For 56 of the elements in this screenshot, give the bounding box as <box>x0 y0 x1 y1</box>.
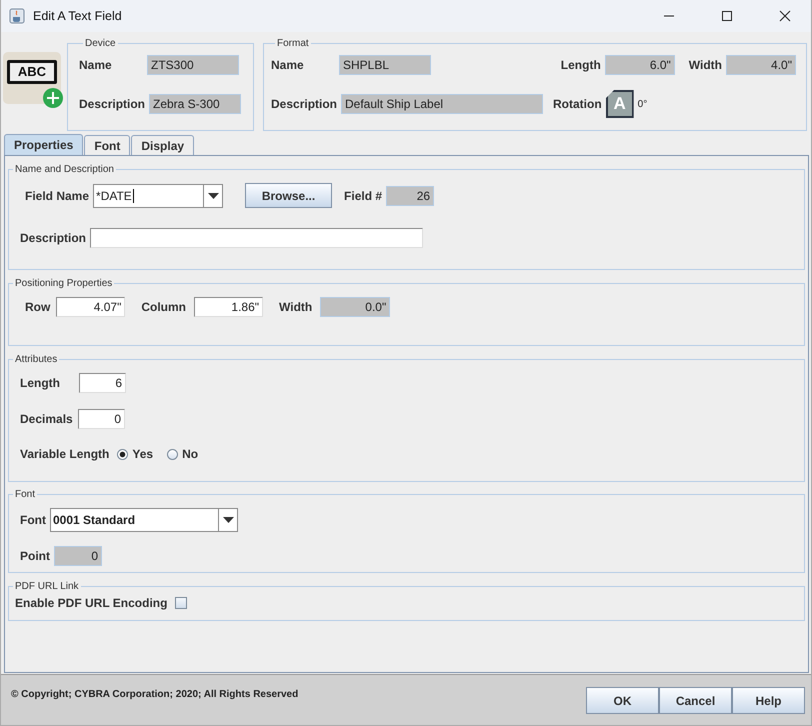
copyright-text: © Copyright; CYBRA Corporation; 2020; All Rights Reserved <box>11 689 298 700</box>
section-title: Positioning Properties <box>14 278 114 289</box>
field-label: Column <box>141 300 186 314</box>
field-label: Width <box>688 58 722 72</box>
field-label: Field # <box>344 188 382 202</box>
caret-icon <box>222 517 234 523</box>
description-field[interactable] <box>90 228 424 248</box>
field-label: Font <box>20 513 46 527</box>
field-label: Field Name <box>25 188 90 202</box>
tab[interactable]: Properties <box>4 134 84 155</box>
length-field[interactable]: 6 <box>79 373 126 393</box>
field-label: Enable PDF URL Encoding <box>15 596 168 610</box>
field-label: Length <box>560 58 601 72</box>
field-label: Name <box>79 58 113 72</box>
maximize-icon[interactable] <box>721 10 733 22</box>
field-label: Length <box>20 376 61 390</box>
column-field[interactable]: 1.86" <box>194 297 264 317</box>
width-field: 0.0" <box>320 297 390 317</box>
radio-label[interactable]: Yes <box>132 447 154 461</box>
section-title: Format <box>276 38 310 49</box>
rotation-indicator: A <box>606 90 634 118</box>
field-label: Description <box>271 97 338 111</box>
section-title: PDF URL Link <box>14 581 80 592</box>
dialog-button[interactable]: OK <box>586 687 659 714</box>
coffee-cup-icon <box>9 8 25 24</box>
row-field[interactable]: 4.07" <box>56 297 126 317</box>
point-field: 0 <box>54 546 102 566</box>
field-label: Width <box>279 300 312 314</box>
field-label: Name <box>271 58 305 72</box>
checkbox[interactable] <box>175 597 188 609</box>
field-label: Rotation <box>553 97 602 111</box>
caret-icon <box>208 192 219 198</box>
window-title: Edit A Text Field <box>33 9 122 23</box>
font-combo[interactable]: 0001 Standard <box>50 508 238 532</box>
field-label: Description <box>20 231 86 245</box>
tab[interactable]: Font <box>84 135 130 155</box>
field-name-combo[interactable]: *DATE <box>93 184 224 208</box>
field-label: Decimals <box>20 412 74 426</box>
radio-button[interactable] <box>167 448 178 460</box>
section-title: Device <box>84 38 117 49</box>
section-title: Name and Description <box>14 164 115 175</box>
field-label: Description <box>79 97 146 111</box>
radio-label[interactable]: No <box>182 447 198 461</box>
radio-button[interactable] <box>117 448 128 460</box>
dialog-button[interactable]: Cancel <box>659 687 732 714</box>
dialog-button[interactable]: Help <box>732 687 805 714</box>
rotation-value: 0° <box>638 98 648 110</box>
browse-button[interactable]: Browse... <box>245 183 332 208</box>
field-label: Point <box>20 549 50 563</box>
decimals-field[interactable]: 0 <box>78 409 125 429</box>
field-label: Row <box>25 300 50 314</box>
section-title: Font <box>14 489 36 500</box>
section-title: Attributes <box>14 354 58 365</box>
tab[interactable]: Display <box>131 135 194 155</box>
close-icon[interactable] <box>779 10 791 22</box>
field-label: Variable Length <box>20 447 110 461</box>
